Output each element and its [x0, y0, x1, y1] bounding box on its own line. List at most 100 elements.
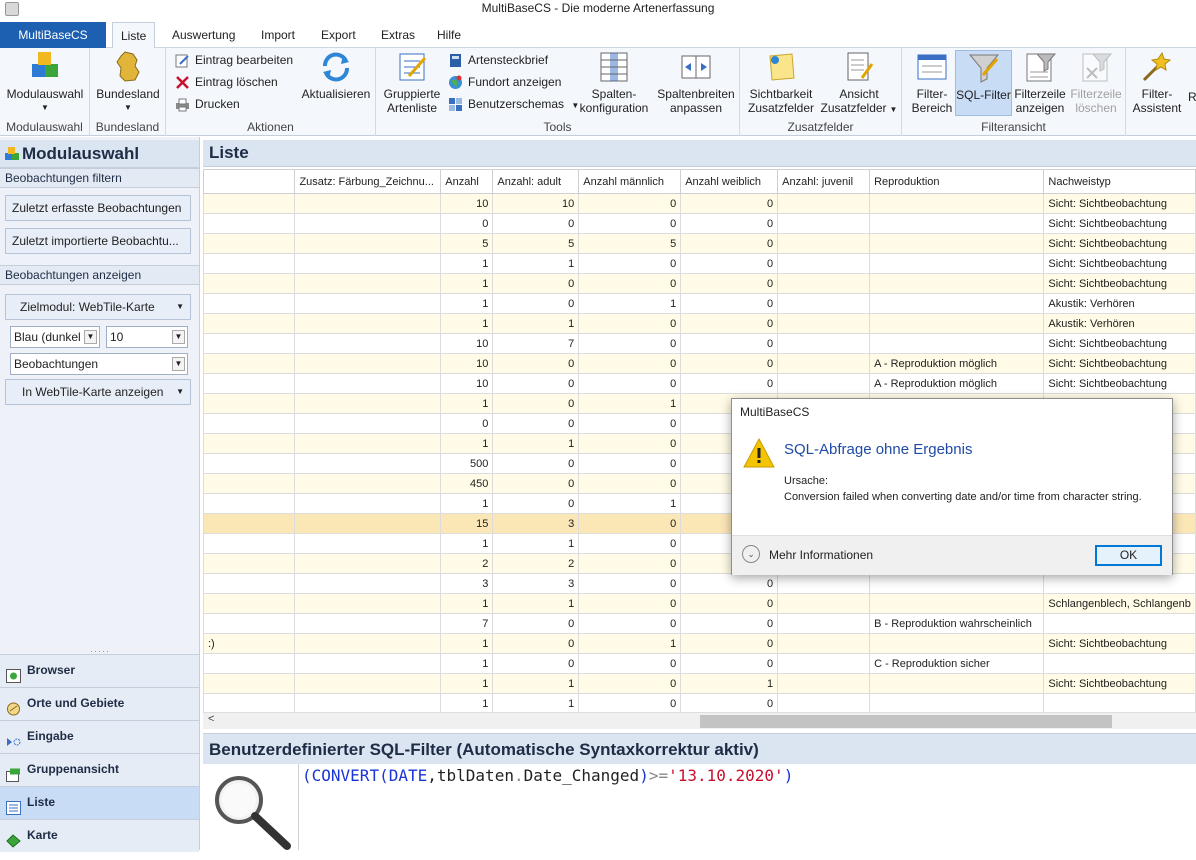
table-cell[interactable]	[777, 213, 871, 234]
table-cell[interactable]: Sicht: Sichtbeobachtung	[1043, 633, 1196, 654]
table-cell[interactable]	[294, 513, 442, 534]
nav-karte[interactable]: Karte	[0, 819, 199, 852]
column-config-button[interactable]: Spalten- konfiguration	[574, 50, 654, 115]
table-cell[interactable]	[294, 333, 442, 354]
column-header[interactable]: Zusatz: Färbung_Zeichnu...	[294, 169, 442, 194]
table-cell[interactable]: 0	[680, 233, 779, 254]
table-row[interactable]: 1 1 0 0 Akustik: Verhören	[203, 313, 1196, 334]
table-cell[interactable]: 0	[492, 633, 580, 654]
table-cell[interactable]	[203, 253, 296, 274]
table-cell[interactable]	[294, 553, 442, 574]
table-cell[interactable]: 0	[492, 293, 580, 314]
edit-entry-button[interactable]: Eintrag bearbeiten	[175, 50, 293, 70]
modulauswahl-button[interactable]: Modulauswahl ▼	[4, 50, 86, 115]
table-row[interactable]: 10 0 0 0 A - Reproduktion möglich Sicht: Sich…	[203, 353, 1196, 374]
column-header[interactable]: Anzahl: adult	[492, 169, 580, 194]
table-row[interactable]: :) 1 0 1 0 Sicht: Sichtbeobachtung	[203, 633, 1196, 654]
table-cell[interactable]: 0	[492, 273, 580, 294]
table-cell[interactable]: Sicht: Sichtbeobachtung	[1043, 373, 1196, 394]
sql-editor[interactable]: (CONVERT(DATE,tblDaten.Date_Changed)>='1…	[302, 766, 793, 785]
table-cell[interactable]: Sicht: Sichtbeobachtung	[1043, 273, 1196, 294]
table-cell[interactable]: 1	[492, 693, 580, 712]
table-cell[interactable]	[869, 233, 1045, 254]
table-cell[interactable]	[1043, 693, 1196, 712]
table-cell[interactable]	[203, 273, 296, 294]
table-cell[interactable]	[869, 193, 1045, 214]
column-header[interactable]: Nachweistyp	[1043, 169, 1196, 194]
table-cell[interactable]: 7	[440, 613, 494, 634]
table-row[interactable]: 1100	[203, 693, 1196, 712]
table-cell[interactable]	[294, 533, 442, 554]
table-cell[interactable]: 1	[680, 673, 779, 694]
table-cell[interactable]	[869, 293, 1045, 314]
table-cell[interactable]	[294, 233, 442, 254]
table-cell[interactable]: 0	[578, 413, 682, 434]
table-cell[interactable]	[869, 333, 1045, 354]
table-cell[interactable]	[294, 693, 442, 712]
table-cell[interactable]: 0	[680, 653, 779, 674]
table-cell[interactable]: Sicht: Sichtbeobachtung	[1043, 233, 1196, 254]
table-cell[interactable]	[203, 333, 296, 354]
size-select[interactable]: 10 ▼	[106, 326, 188, 348]
table-cell[interactable]	[294, 493, 442, 514]
table-cell[interactable]: 1	[440, 673, 494, 694]
table-cell[interactable]: 0	[492, 213, 580, 234]
table-row[interactable]: 1 1 0 0 Schlangenblech, Schlangenb	[203, 593, 1196, 614]
table-cell[interactable]	[203, 673, 296, 694]
table-cell[interactable]	[869, 593, 1045, 614]
species-profile-button[interactable]: Artensteckbrief	[448, 50, 548, 70]
table-cell[interactable]: 0	[578, 653, 682, 674]
table-cell[interactable]: 0	[492, 393, 580, 414]
show-in-webtile-button[interactable]: In WebTile-Karte anzeigen ▼	[5, 379, 191, 405]
filter-assistant-button[interactable]: Filter- Assistent	[1128, 50, 1186, 115]
column-header[interactable]	[203, 169, 296, 194]
table-cell[interactable]: 0	[492, 373, 580, 394]
nav-eingabe[interactable]: Eingabe	[0, 720, 199, 753]
table-cell[interactable]: 1	[440, 533, 494, 554]
table-cell[interactable]: 0	[680, 573, 779, 594]
tab-import[interactable]: Import	[253, 22, 303, 48]
table-cell[interactable]: 1	[440, 273, 494, 294]
table-cell[interactable]	[203, 293, 296, 314]
table-cell[interactable]	[294, 633, 442, 654]
table-cell[interactable]: Sicht: Sichtbeobachtung	[1043, 353, 1196, 374]
table-cell[interactable]: 1	[440, 693, 494, 712]
refresh-button[interactable]: Aktualisieren	[300, 50, 372, 101]
table-cell[interactable]	[777, 253, 871, 274]
column-header[interactable]: Anzahl männlich	[578, 169, 682, 194]
table-cell[interactable]: 0	[578, 433, 682, 454]
table-cell[interactable]	[777, 653, 871, 674]
table-cell[interactable]	[294, 473, 442, 494]
table-cell[interactable]	[1043, 573, 1196, 594]
table-cell[interactable]: 0	[578, 453, 682, 474]
table-cell[interactable]: 1	[492, 673, 580, 694]
column-header[interactable]: Anzahl	[440, 169, 494, 194]
table-cell[interactable]	[777, 233, 871, 254]
table-cell[interactable]: 0	[492, 613, 580, 634]
table-cell[interactable]: 0	[578, 333, 682, 354]
column-header[interactable]: Anzahl: juvenil	[777, 169, 871, 194]
table-cell[interactable]: 1	[440, 293, 494, 314]
table-cell[interactable]	[203, 353, 296, 374]
table-cell[interactable]	[294, 613, 442, 634]
table-cell[interactable]	[203, 373, 296, 394]
table-cell[interactable]: 0	[578, 473, 682, 494]
table-cell[interactable]: 0	[492, 493, 580, 514]
nav-liste[interactable]: Liste	[0, 786, 199, 819]
table-cell[interactable]: 5	[492, 233, 580, 254]
layer-select[interactable]: Beobachtungen ▼	[10, 353, 188, 375]
table-cell[interactable]	[777, 193, 871, 214]
scroll-left-arrow[interactable]: <	[208, 713, 214, 725]
bundesland-button[interactable]: Bundesland ▼	[94, 50, 162, 115]
table-cell[interactable]	[203, 553, 296, 574]
table-cell[interactable]: 1	[492, 593, 580, 614]
table-cell[interactable]: 0	[492, 473, 580, 494]
table-cell[interactable]: 0	[578, 273, 682, 294]
table-cell[interactable]	[294, 673, 442, 694]
table-cell[interactable]	[777, 633, 871, 654]
table-row[interactable]: 7000B - Reproduktion wahrscheinlich	[203, 613, 1196, 634]
delete-entry-button[interactable]: Eintrag löschen	[175, 72, 278, 92]
table-cell[interactable]: 1	[492, 313, 580, 334]
nav-browser[interactable]: Browser	[0, 654, 199, 687]
table-cell[interactable]: 0	[440, 213, 494, 234]
